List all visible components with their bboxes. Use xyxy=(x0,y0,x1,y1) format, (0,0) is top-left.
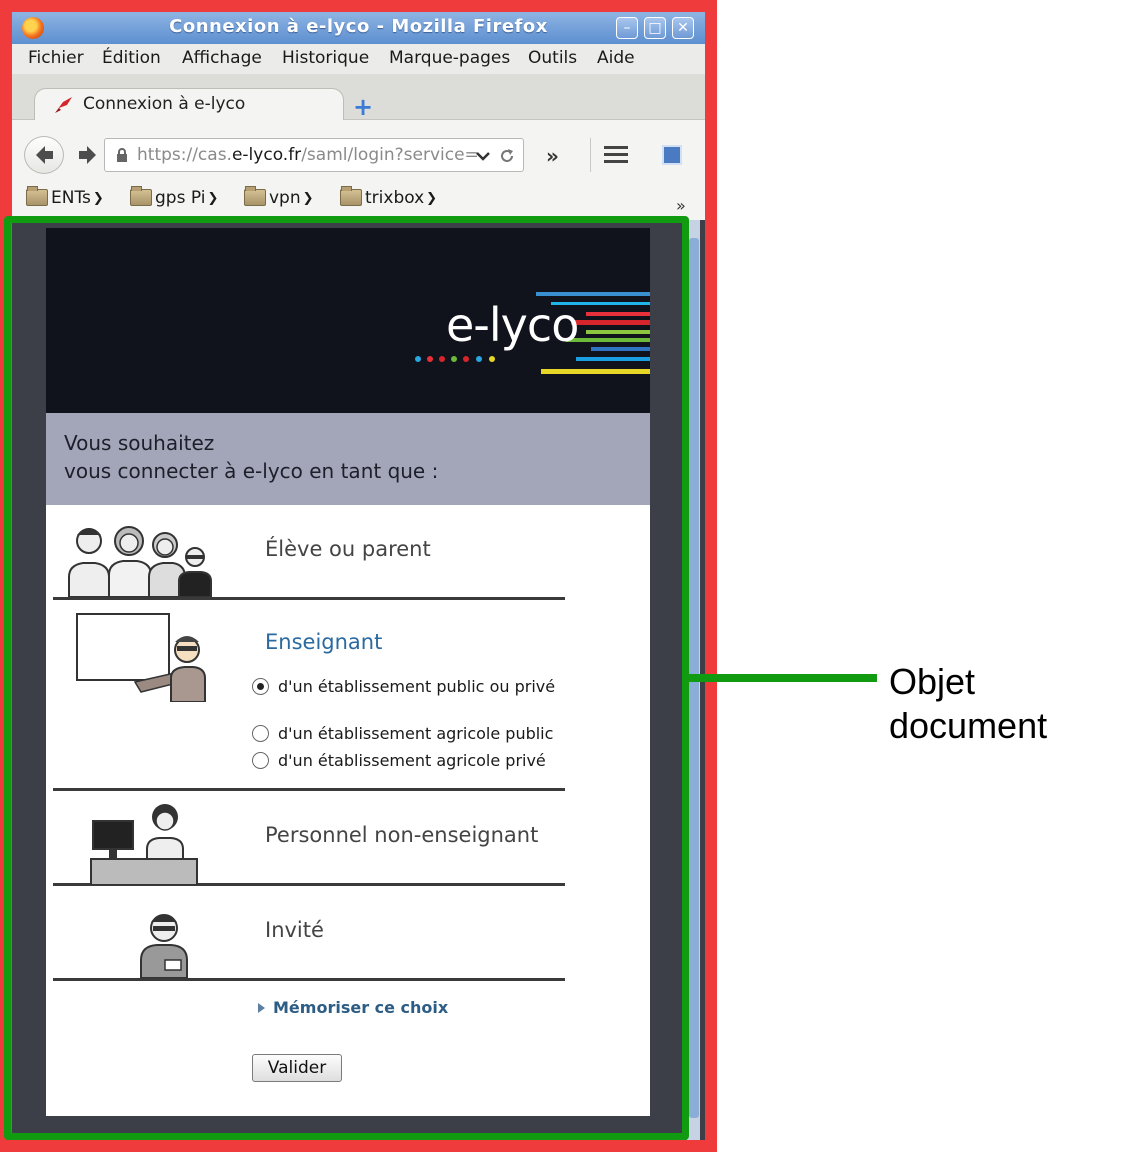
menu-bar: Fichier Édition Affichage Historique Mar… xyxy=(12,44,705,74)
window-title: Connexion à e-lyco - Mozilla Firefox xyxy=(169,16,548,37)
forward-button[interactable] xyxy=(74,142,100,168)
chevron-down-icon[interactable] xyxy=(475,149,491,163)
question-line-2: vous connecter à e-lyco en tant que : xyxy=(64,459,439,483)
new-tab-button[interactable]: + xyxy=(352,95,374,119)
radio-option-agricole-prive[interactable]: d'un établissement agricole privé xyxy=(252,751,572,771)
chevron-down-icon: ❯ xyxy=(92,191,104,206)
radio-button-checked[interactable] xyxy=(252,678,269,695)
annotation-line-1: Objet xyxy=(889,661,976,702)
teacher-blackboard-illustration-icon xyxy=(76,613,206,702)
bookmark-folder-ents[interactable]: ENTs ❯ xyxy=(26,186,104,214)
chevron-down-icon: ❯ xyxy=(207,191,219,206)
e-lyco-favicon-icon xyxy=(55,97,72,113)
guest-visitor-illustration-icon xyxy=(140,914,188,978)
annotation-label: Objet document xyxy=(889,660,1047,748)
menu-edition[interactable]: Édition xyxy=(102,48,161,68)
submit-button[interactable]: Valider xyxy=(252,1054,342,1082)
role-label-eleve-parent: Élève ou parent xyxy=(265,537,431,561)
radio-button[interactable] xyxy=(252,752,269,769)
toolbar-overflow-button[interactable]: » xyxy=(546,144,559,168)
folder-icon xyxy=(340,186,362,206)
extension-image-icon[interactable] xyxy=(662,145,682,165)
title-bar: Connexion à e-lyco - Mozilla Firefox – □… xyxy=(12,12,705,44)
maximize-button[interactable]: □ xyxy=(644,17,666,39)
role-invite[interactable]: Invité xyxy=(53,886,565,981)
hamburger-menu-icon[interactable] xyxy=(604,146,628,164)
role-label-personnel: Personnel non-enseignant xyxy=(265,823,539,847)
bookmarks-toolbar: ENTs ❯ gps Pi ❯ vpn ❯ trixbox ❯ » xyxy=(12,180,705,220)
navigation-toolbar: https://cas.e-lyco.fr/saml/login?service… xyxy=(12,120,705,180)
menu-fichier[interactable]: Fichier xyxy=(28,48,84,68)
url-text: https://cas.e-lyco.fr/saml/login?service… xyxy=(137,145,479,165)
back-button[interactable] xyxy=(24,136,64,174)
radio-option-agricole-public[interactable]: d'un établissement agricole public xyxy=(252,724,572,744)
annotation-line-2: document xyxy=(889,705,1048,746)
bookmarks-overflow-button[interactable]: » xyxy=(676,196,686,215)
chevron-down-icon: ❯ xyxy=(426,191,438,206)
office-staff-illustration-icon xyxy=(90,804,198,885)
remember-choice-link[interactable]: Mémoriser ce choix xyxy=(258,998,448,1017)
bookmark-folder-gps-pi[interactable]: gps Pi ❯ xyxy=(130,186,219,214)
students-parents-illustration-icon xyxy=(68,526,212,597)
role-label-enseignant: Enseignant xyxy=(265,630,383,654)
tab-title: Connexion à e-lyco xyxy=(83,94,246,114)
toolbar-separator xyxy=(590,138,591,172)
tab-strip: Connexion à e-lyco + xyxy=(12,74,705,121)
folder-icon xyxy=(26,186,48,206)
triangle-right-icon xyxy=(258,1003,265,1013)
bookmark-folder-vpn[interactable]: vpn ❯ xyxy=(244,186,314,214)
minimize-button[interactable]: – xyxy=(616,17,638,39)
menu-aide[interactable]: Aide xyxy=(597,48,635,68)
role-label-invite: Invité xyxy=(265,918,324,942)
role-personnel-non-enseignant[interactable]: Personnel non-enseignant xyxy=(53,791,565,886)
e-lyco-banner: e-lyco xyxy=(46,228,650,413)
tab-connexion[interactable]: Connexion à e-lyco xyxy=(34,88,344,121)
folder-icon xyxy=(244,186,266,206)
close-button[interactable]: ✕ xyxy=(672,17,694,39)
menu-historique[interactable]: Historique xyxy=(282,48,369,68)
menu-marque-pages[interactable]: Marque-pages xyxy=(389,48,510,68)
arrow-left-icon xyxy=(36,146,53,164)
login-question: Vous souhaitez vous connecter à e-lyco e… xyxy=(46,413,650,505)
bookmark-folder-trixbox[interactable]: trixbox ❯ xyxy=(340,186,438,214)
menu-affichage[interactable]: Affichage xyxy=(182,48,262,68)
login-page: e-lyco Vous souhaitez vous connecter à e… xyxy=(46,228,650,1116)
lock-icon xyxy=(117,148,127,162)
annotation-pointer-line xyxy=(689,674,877,682)
reload-icon[interactable] xyxy=(498,147,516,165)
question-line-1: Vous souhaitez xyxy=(64,431,215,455)
menu-outils[interactable]: Outils xyxy=(528,48,577,68)
folder-icon xyxy=(130,186,152,206)
radio-option-public-prive[interactable]: d'un établissement public ou privé xyxy=(252,677,572,717)
role-eleve-parent[interactable]: Élève ou parent xyxy=(53,505,565,600)
radio-button[interactable] xyxy=(252,725,269,742)
e-lyco-logo: e-lyco xyxy=(446,298,579,352)
chevron-down-icon: ❯ xyxy=(302,191,314,206)
url-bar[interactable]: https://cas.e-lyco.fr/saml/login?service… xyxy=(104,138,524,172)
